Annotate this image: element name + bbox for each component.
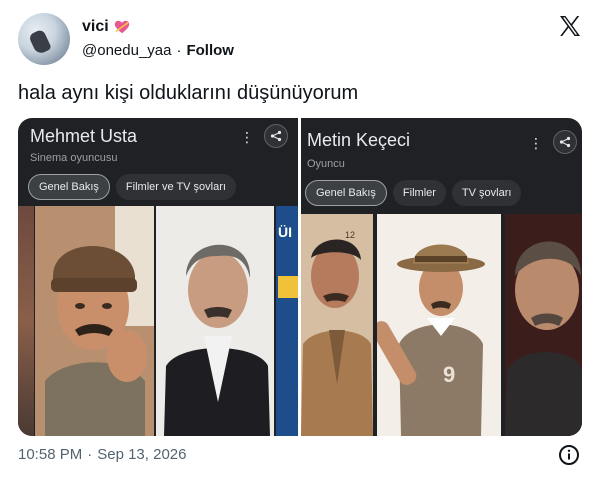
tab-movies[interactable]: Filmler (392, 180, 446, 206)
photo-actor-close-up[interactable] (505, 214, 582, 436)
share-icon (270, 130, 282, 142)
knowledge-panel-right: Metin Keçeci Oyuncu ⋮ Genel Bakış Filmle… (301, 118, 582, 436)
actor-hat-illustration: 9 (377, 214, 501, 436)
avatar-hand-silhouette (28, 28, 52, 56)
photo-actor-hat[interactable]: 9 (377, 214, 501, 436)
x-logo-icon[interactable] (558, 14, 582, 38)
tab-overview[interactable]: Genel Bakış (305, 180, 387, 206)
photo-actor-suit[interactable] (156, 206, 274, 436)
avatar[interactable] (18, 13, 70, 65)
author-name-row: vici (82, 18, 131, 36)
more-vert-icon[interactable]: ⋮ (240, 130, 254, 144)
panel-subtitle: Sinema oyuncusu (30, 152, 118, 164)
panel-subtitle: Oyuncu (307, 158, 345, 170)
panel-title: Metin Keçeci (307, 130, 411, 150)
tab-tv-shows[interactable]: TV şovları (451, 180, 522, 206)
more-vert-icon[interactable]: ⋮ (529, 136, 543, 150)
share-icon (559, 136, 571, 148)
photo-poster-edge[interactable]: ÜI (276, 206, 298, 436)
actor-jacket-illustration (301, 214, 373, 436)
photo-overlay-label: 12 (345, 230, 356, 240)
poster-text: ÜI (278, 224, 292, 240)
poster-text-2 (278, 276, 298, 298)
photo-actor-beanie[interactable] (35, 206, 154, 436)
heart-with-arrow-icon (114, 20, 129, 34)
photo-actor-jacket[interactable]: 12 (301, 214, 373, 436)
tweet-time[interactable]: 10:58 PM (18, 446, 82, 463)
handle-separator: · (176, 42, 182, 59)
author-display-name[interactable]: vici (82, 18, 109, 36)
knowledge-panel-left: Mehmet Usta Sinema oyuncusu ⋮ Genel Bakı… (18, 118, 298, 436)
photo-strip-edge[interactable] (18, 206, 34, 436)
panel-tabs: Genel Bakış Filmler TV şovları (305, 180, 522, 206)
tweet-text: hala aynı kişi olduklarını düşünüyorum (18, 82, 359, 104)
info-icon[interactable] (558, 444, 580, 466)
tweet-date[interactable]: Sep 13, 2026 (97, 446, 186, 463)
actor-suit-illustration (156, 206, 274, 436)
follow-button[interactable]: Follow (186, 42, 234, 59)
tab-overview[interactable]: Genel Bakış (28, 174, 110, 200)
panel-title: Mehmet Usta (30, 126, 138, 146)
svg-text:9: 9 (443, 362, 455, 387)
tweet-timestamp[interactable]: 10:58 PM · Sep 13, 2026 (18, 446, 186, 463)
actor-closeup-illustration (505, 214, 582, 436)
share-button[interactable] (553, 130, 577, 154)
share-button[interactable] (264, 124, 288, 148)
timestamp-separator: · (87, 446, 93, 463)
tweet-media[interactable]: Mehmet Usta Sinema oyuncusu ⋮ Genel Bakı… (18, 118, 582, 436)
tab-movies-tv[interactable]: Filmler ve TV şovları (115, 174, 236, 200)
actor-beanie-illustration (35, 206, 154, 436)
author-handle[interactable]: @onedu_yaa (82, 42, 171, 59)
panel-tabs: Genel Bakış Filmler ve TV şovları (28, 174, 236, 200)
author-handle-row: @onedu_yaa · Follow (82, 42, 234, 59)
